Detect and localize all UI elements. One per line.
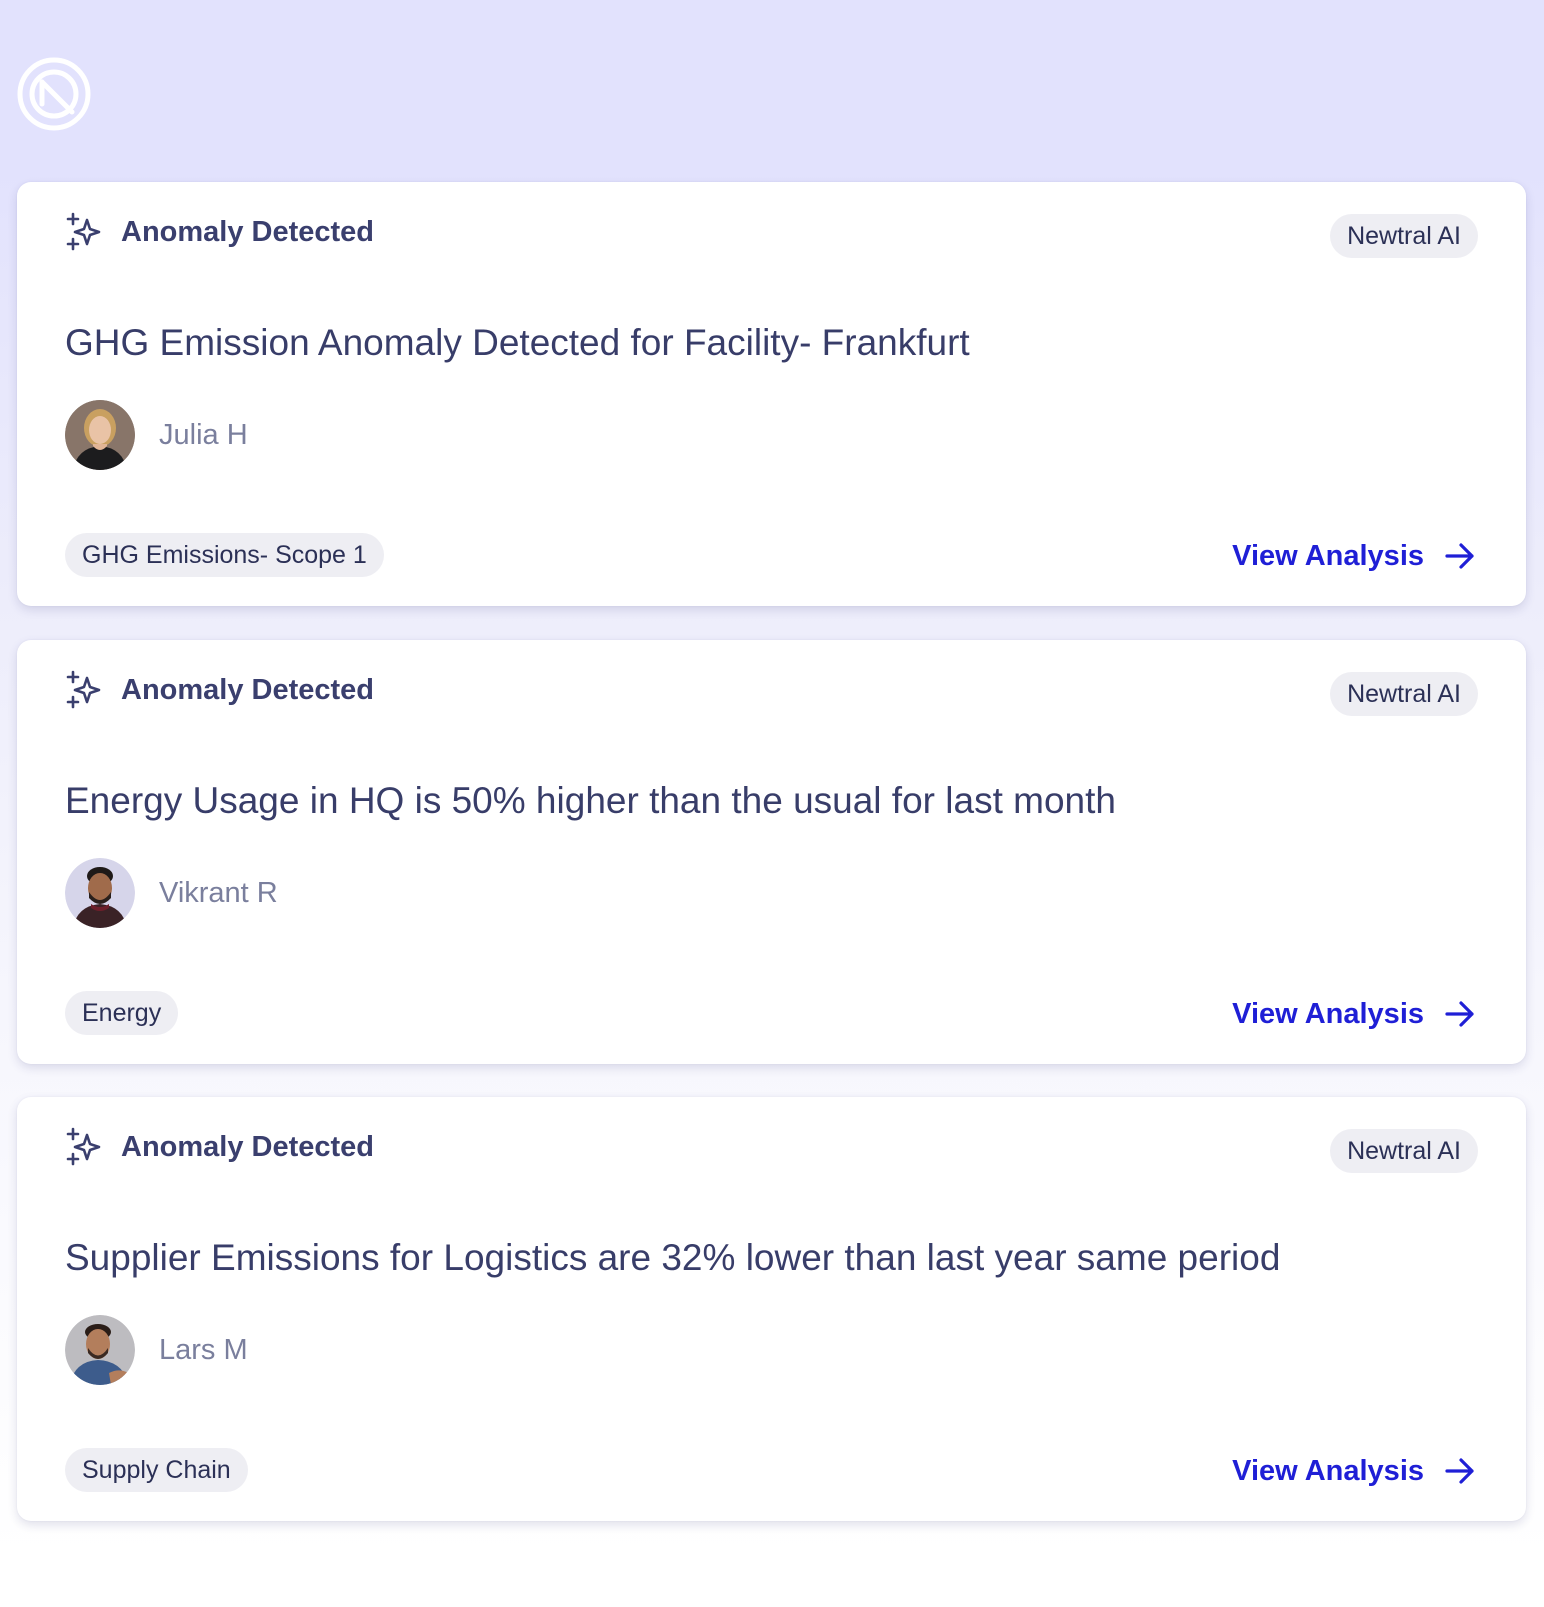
avatar [65, 1315, 135, 1385]
anomaly-card: Anomaly Detected Newtral AI Supplier Emi… [17, 1097, 1526, 1521]
avatar [65, 400, 135, 470]
anomaly-title[interactable]: Energy Usage in HQ is 50% higher than th… [65, 780, 1116, 822]
ai-source-badge: Newtral AI [1330, 1129, 1478, 1173]
card-header-label: Anomaly Detected [121, 673, 375, 706]
anomaly-title[interactable]: GHG Emission Anomaly Detected for Facili… [65, 322, 970, 364]
category-tag: GHG Emissions- Scope 1 [65, 533, 384, 577]
author: Julia H [65, 400, 248, 470]
view-analysis-button[interactable]: View Analysis [1232, 534, 1478, 578]
card-header: Anomaly Detected [65, 1127, 374, 1167]
arrow-right-icon [1445, 543, 1474, 569]
category-tag: Supply Chain [65, 1448, 248, 1492]
card-header-label: Anomaly Detected [121, 215, 375, 248]
author-name: Vikrant R [159, 876, 278, 909]
view-analysis-label: View Analysis [1232, 997, 1424, 1030]
author-name: Lars M [159, 1333, 248, 1366]
ai-source-badge: Newtral AI [1330, 214, 1478, 258]
view-analysis-button[interactable]: View Analysis [1232, 992, 1478, 1036]
sparkles-icon [66, 1127, 101, 1166]
anomaly-card: Anomaly Detected Newtral AI GHG Emission… [17, 182, 1526, 606]
anomaly-card: Anomaly Detected Newtral AI Energy Usage… [17, 640, 1526, 1064]
card-header-label: Anomaly Detected [121, 1130, 375, 1163]
view-analysis-button[interactable]: View Analysis [1232, 1449, 1478, 1493]
author: Vikrant R [65, 858, 278, 928]
view-analysis-label: View Analysis [1232, 1454, 1424, 1487]
category-tag: Energy [65, 991, 179, 1035]
sparkles-icon [66, 212, 101, 251]
arrow-right-icon [1445, 1458, 1474, 1484]
arrow-right-icon [1445, 1001, 1474, 1027]
view-analysis-label: View Analysis [1232, 539, 1424, 572]
author-name: Julia H [159, 418, 248, 451]
avatar [65, 858, 135, 928]
anomaly-title[interactable]: Supplier Emissions for Logistics are 32%… [65, 1237, 1280, 1279]
ai-source-badge: Newtral AI [1330, 672, 1478, 716]
card-header: Anomaly Detected [65, 670, 374, 710]
newtral-logo [17, 57, 91, 131]
author: Lars M [65, 1315, 248, 1385]
sparkles-icon [66, 670, 101, 709]
card-header: Anomaly Detected [65, 212, 374, 252]
